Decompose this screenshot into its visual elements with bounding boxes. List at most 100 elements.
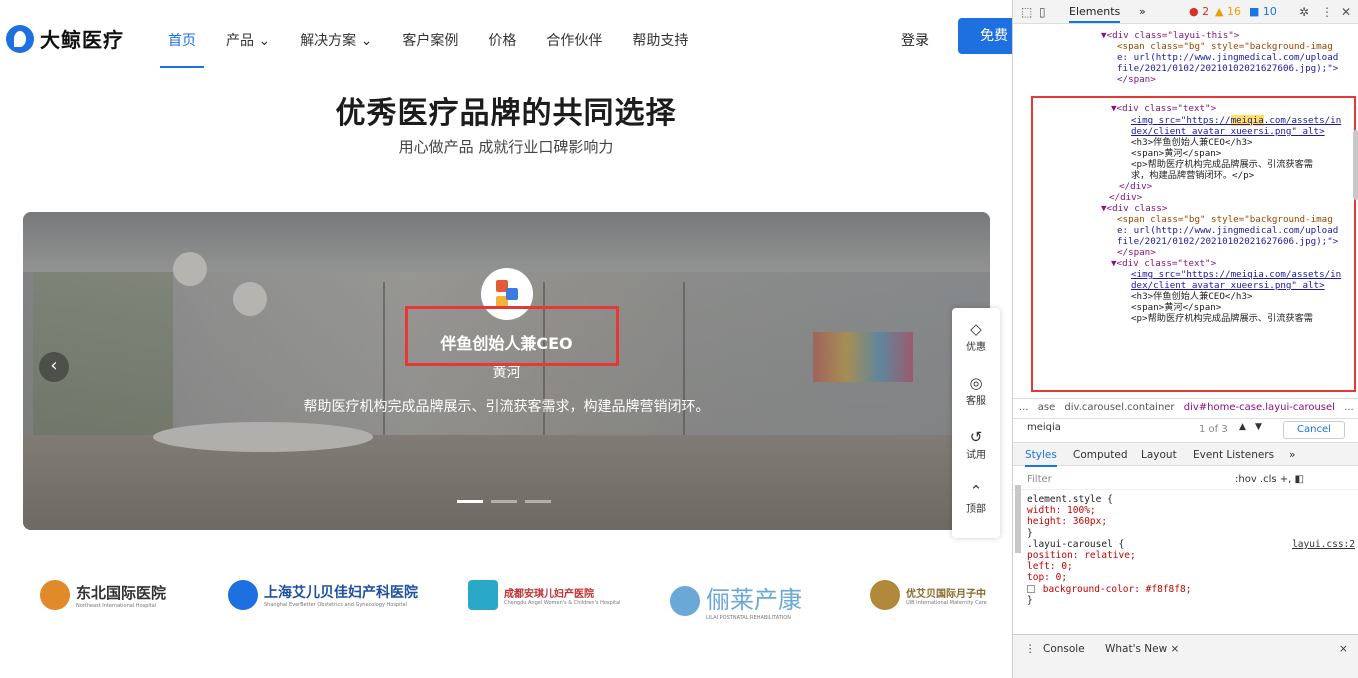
partner-name: 优艾贝国际月子中 <box>906 588 986 600</box>
logo-icon <box>6 24 34 53</box>
login-link[interactable]: 登录 <box>901 30 929 50</box>
tab-console[interactable]: Console <box>1043 643 1085 655</box>
chevron-up-icon[interactable]: ▲ <box>1239 422 1246 432</box>
partner-name: 俪莱产康 <box>706 586 802 614</box>
style-declaration[interactable]: position: relative; <box>1027 550 1357 561</box>
style-declaration[interactable]: width: 100%; <box>1027 505 1357 516</box>
more-options-icon[interactable]: ⋮ <box>1321 5 1333 19</box>
logo-text: 大鲸医疗 <box>40 28 124 52</box>
style-declaration[interactable]: left: 0; <box>1027 561 1357 572</box>
close-drawer-icon[interactable]: × <box>1339 643 1348 655</box>
devtools-drawer: ⋮ Console What's New × × <box>1013 634 1358 678</box>
section-title: 优秀医疗品牌的共同选择 <box>335 96 677 131</box>
device-toolbar-icon[interactable]: ▯ <box>1039 5 1046 19</box>
case-description: 帮助医疗机构完成品牌展示、引流获客需求，构建品牌营销闭环。 <box>303 399 710 415</box>
section-subtitle: 用心做产品 成就行业口碑影响力 <box>398 138 614 156</box>
breadcrumb-item[interactable]: ase <box>1038 402 1056 413</box>
site-logo[interactable]: 大鲸医疗 <box>6 24 124 53</box>
search-match-count: 1 of 3 <box>1199 424 1228 435</box>
scrollbar-thumb[interactable] <box>1015 485 1021 553</box>
tab-elements[interactable]: Elements <box>1069 5 1121 23</box>
tab-layout[interactable]: Layout <box>1141 449 1177 461</box>
partner-logo: 俪莱产康 LILAI POSTNATAL REHABILITATION <box>670 580 802 621</box>
styles-pane[interactable]: element.style { width: 100%; height: 360… <box>1027 494 1357 629</box>
breadcrumb-item[interactable]: div#home-case.layui-carousel <box>1184 402 1335 413</box>
case-carousel[interactable]: 伴鱼创始人兼CEO 黄河 帮助医疗机构完成品牌展示、引流获客需求，构建品牌营销闭… <box>23 212 990 530</box>
settings-gear-icon[interactable]: ✲ <box>1299 5 1309 19</box>
dom-breadcrumbs: ... ase div.carousel.container div#home-… <box>1013 398 1358 416</box>
more-subtabs-button[interactable]: » <box>1289 449 1295 461</box>
tab-whats-new[interactable]: What's New × <box>1105 643 1179 655</box>
cancel-search-button[interactable]: Cancel <box>1283 421 1345 439</box>
highlight-box <box>405 306 619 366</box>
partner-logos: 东北国际医院 Northeast International Hospital 上… <box>0 580 1012 630</box>
hospital-emblem-icon <box>40 580 70 610</box>
style-rule-close: } <box>1027 594 1033 606</box>
inspect-icon[interactable]: ⬚ <box>1021 5 1032 19</box>
hospital-emblem-icon <box>468 580 498 610</box>
float-top[interactable]: ⌃ 顶部 <box>952 482 1000 515</box>
partner-logo: 优艾贝国际月子中 UIB International Maternity Care <box>870 580 987 610</box>
float-service[interactable]: ◎ 客服 <box>952 374 1000 407</box>
styles-filter-row: Filter :hov .cls +, ◧ <box>1013 468 1358 490</box>
partner-subtitle: UIB International Maternity Care <box>906 599 987 606</box>
dom-node: e: url(http://www.jingmedical.com/upload <box>1117 52 1339 63</box>
nav-item-solutions[interactable]: 解决方案 ⌄ <box>300 30 372 50</box>
float-label: 优惠 <box>966 342 986 353</box>
styles-filter-input[interactable]: Filter <box>1027 474 1052 485</box>
tab-event-listeners[interactable]: Event Listeners <box>1193 449 1274 461</box>
close-devtools-icon[interactable]: ✕ <box>1341 5 1351 19</box>
nav-item-pricing[interactable]: 价格 <box>488 30 516 50</box>
style-declaration[interactable]: top: 0; <box>1027 572 1357 583</box>
partner-subtitle: Shanghai EverBetter Obstetrics and Gynec… <box>264 602 407 608</box>
arrow-up-icon: ⌃ <box>969 482 983 500</box>
clock-icon: ↺ <box>969 428 983 446</box>
float-trial[interactable]: ↺ 试用 <box>952 428 1000 461</box>
styles-filter-tools[interactable]: :hov .cls +, ◧ <box>1235 474 1304 485</box>
tab-styles[interactable]: Styles <box>1025 449 1057 467</box>
float-label: 顶部 <box>966 504 986 515</box>
chat-icon: ◎ <box>969 374 983 392</box>
partner-subtitle: Northeast International Hospital <box>76 602 157 609</box>
rule-source-link[interactable]: layui.css:2 <box>1292 539 1355 550</box>
breadcrumb-item[interactable]: ... <box>1344 402 1354 413</box>
style-declaration[interactable]: background-color: #f8f8f8; <box>1027 584 1357 595</box>
nav-item-products[interactable]: 产品 ⌄ <box>226 30 270 50</box>
partner-logo: 上海艾儿贝佳妇产科医院 Shanghai EverBetter Obstetric… <box>228 580 418 610</box>
carousel-dot[interactable] <box>491 500 517 503</box>
carousel-prev-button[interactable]: ‹ <box>39 352 69 382</box>
chevron-down-icon[interactable]: ▼ <box>1255 422 1262 432</box>
float-discount[interactable]: ◇ 优惠 <box>952 320 1000 353</box>
breadcrumb-item[interactable]: ... <box>1019 402 1029 413</box>
warning-count-badge[interactable]: ▲ 16 <box>1215 5 1241 18</box>
message-count-badge[interactable]: ■ 10 <box>1249 5 1277 18</box>
nav-item-cases[interactable]: 客户案例 <box>402 30 458 50</box>
style-rule-close: } <box>1027 527 1033 539</box>
error-count-badge[interactable]: ● 2 <box>1189 5 1209 18</box>
drawer-menu-icon[interactable]: ⋮ <box>1025 643 1036 655</box>
nav-item-home[interactable]: 首页 <box>160 30 204 68</box>
scrollbar-thumb[interactable] <box>1353 130 1358 200</box>
tag-icon: ◇ <box>970 320 982 338</box>
color-swatch-icon[interactable] <box>1027 584 1035 593</box>
carousel-dot[interactable] <box>457 500 483 503</box>
style-rule-selector: element.style { <box>1027 494 1113 505</box>
website-viewport: 大鲸医疗 首页 产品 ⌄ 解决方案 ⌄ 客户案例 价格 合作伙伴 帮助支持 登录… <box>0 0 1012 678</box>
hospital-emblem-icon <box>870 580 900 610</box>
tab-computed[interactable]: Computed <box>1073 449 1128 461</box>
dom-node: </span> <box>1117 74 1156 85</box>
breadcrumb-item[interactable]: div.carousel.container <box>1064 402 1174 413</box>
style-declaration[interactable]: height: 360px; <box>1027 516 1357 527</box>
devtools-toolbar: ⬚ ▯ Elements » ● 2 ▲ 16 ■ 10 ✲ ⋮ ✕ <box>1013 0 1358 24</box>
more-tabs-button[interactable]: » <box>1139 5 1146 18</box>
carousel-dot[interactable] <box>525 500 551 503</box>
dom-node[interactable]: <span class="bg" style="background-imag <box>1117 41 1333 52</box>
partner-subtitle: Chengdu Angel Women's & Children's Hospi… <box>504 599 621 606</box>
partner-subtitle: LILAI POSTNATAL REHABILITATION <box>706 615 791 621</box>
nav-item-partners[interactable]: 合作伙伴 <box>546 30 602 50</box>
dom-node[interactable]: ▼<div class="layui-this"> <box>1101 30 1239 41</box>
nav-item-help[interactable]: 帮助支持 <box>632 30 688 50</box>
free-trial-button[interactable]: 免费 <box>958 18 1012 54</box>
highlight-box <box>1031 96 1356 392</box>
floating-action-bar: ◇ 优惠 ◎ 客服 ↺ 试用 ⌃ 顶部 <box>952 308 1000 538</box>
